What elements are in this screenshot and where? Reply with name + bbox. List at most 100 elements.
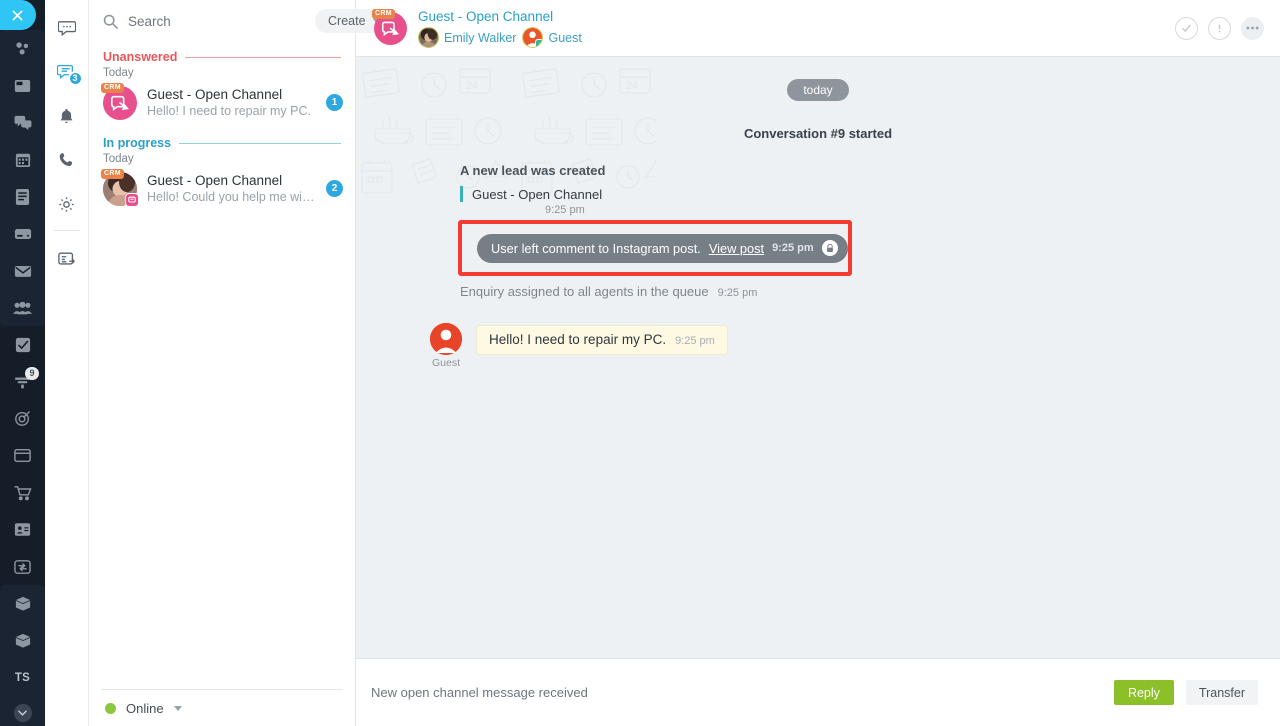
sidebar-item-mail[interactable] — [0, 252, 45, 289]
iconcol-item-settings[interactable] — [45, 182, 89, 226]
sidebar-item-warehouse[interactable] — [0, 622, 45, 659]
avatar — [430, 323, 462, 355]
message-bubble: Hello! I need to repair my PC. 9:25 pm — [476, 325, 728, 355]
rail-more[interactable] — [0, 704, 45, 722]
iconcol-divider — [53, 230, 80, 231]
sidebar-item-label: TS — [14, 671, 31, 684]
more-button[interactable] — [1241, 16, 1264, 40]
iconcol-item-open-lines[interactable] — [45, 6, 89, 50]
conversation-header: CRM Guest - Open Channel Emily Walker Gu… — [356, 0, 1280, 57]
bell-icon — [60, 108, 73, 123]
ellipsis-icon — [1246, 26, 1259, 30]
contact-card-icon — [14, 523, 31, 536]
openchannel-icon — [381, 21, 399, 36]
conversation-started-prefix: Conversation # — [743, 126, 838, 141]
message-time: 9:25 pm — [675, 335, 715, 347]
messenger-icon-column: 3 — [45, 0, 89, 726]
sidebar-item-sites[interactable] — [0, 437, 45, 474]
iconcol-item-conversations[interactable]: 3 — [45, 50, 89, 94]
left-app-rail: 9 TS — [0, 0, 45, 726]
create-button-label: Create — [328, 14, 366, 28]
conversation-started-notice: Conversation #9 started — [378, 126, 1258, 141]
system-message-text: User left comment to Instagram post. — [491, 240, 701, 256]
sidebar-item-groups[interactable] — [0, 289, 45, 326]
sidebar-item-tasks[interactable] — [0, 326, 45, 363]
gear-icon — [59, 196, 74, 212]
drive-icon — [14, 228, 31, 239]
status-dot — [105, 702, 116, 714]
sidebar-item-drive[interactable] — [0, 215, 45, 252]
box-icon — [15, 596, 30, 611]
participant-guest[interactable]: Guest — [522, 27, 582, 48]
list-item-preview: Hello! I need to repair my PC. — [147, 104, 311, 118]
participant-emily-walker[interactable]: Emily Walker — [418, 27, 516, 48]
sidebar-item-goals[interactable] — [0, 400, 45, 437]
list-item[interactable]: CRM Guest - Open Channel Hello! Could yo… — [89, 167, 355, 214]
news-icon — [14, 79, 31, 92]
conversation-header-info: Guest - Open Channel Emily Walker Guest — [418, 8, 1164, 48]
conversations-badge: 3 — [67, 71, 83, 86]
chevron-down-icon — [173, 705, 182, 711]
phone-icon — [59, 153, 72, 167]
main-panel: CRM Guest - Open Channel Emily Walker Gu… — [356, 0, 1280, 726]
sidebar-item-ts-app[interactable]: TS — [0, 659, 45, 696]
message-row: Guest Hello! I need to repair my PC. 9:2… — [378, 323, 1258, 369]
iconcol-item-notifications[interactable] — [45, 94, 89, 138]
unread-badge: 1 — [326, 94, 343, 111]
list-item-preview: Hello! Could you help me with my... — [147, 190, 316, 204]
conversation-list-pane: Create Unanswered Today CRM Guest - Op — [89, 0, 392, 726]
chat-thread: 24 — [356, 57, 1280, 659]
list-item[interactable]: CRM Guest - Open Channel Hello! I need t… — [89, 81, 355, 128]
iconcol-item-transfer-queue[interactable] — [45, 237, 89, 281]
sidebar-item-collaboration[interactable] — [0, 30, 45, 67]
sync-arrows-icon — [14, 559, 31, 574]
shopping-cart-icon — [13, 485, 32, 500]
view-post-link[interactable]: View post — [709, 241, 764, 256]
reply-button[interactable]: Reply — [1113, 680, 1174, 705]
list-arrow-icon — [57, 252, 75, 265]
system-message-bubble: User left comment to Instagram post. Vie… — [477, 233, 848, 263]
iconcol-item-calls[interactable] — [45, 138, 89, 182]
lead-created-block: A new lead was created Guest - Open Chan… — [378, 163, 1258, 216]
openchannel-icon — [111, 95, 129, 111]
conversation-number: 9 — [837, 126, 846, 141]
sidebar-item-funnel[interactable]: 9 — [0, 363, 45, 400]
conversation-started-suffix: started — [845, 126, 893, 141]
sidebar-item-inventory[interactable] — [0, 585, 45, 622]
sidebar-item-chat[interactable] — [0, 104, 45, 141]
queue-message-text: Enquiry assigned to all agents in the qu… — [460, 284, 709, 299]
crm-tag: CRM — [101, 169, 124, 179]
section-day-unanswered: Today — [103, 67, 134, 79]
participant-name: Guest — [548, 30, 582, 45]
browser-window-icon — [14, 448, 31, 463]
sidebar-item-shop[interactable] — [0, 474, 45, 511]
participant-name: Emily Walker — [444, 30, 517, 45]
avatar — [522, 27, 544, 48]
message-avatar-wrap: Guest — [428, 323, 464, 369]
chevron-down-icon[interactable] — [13, 704, 32, 722]
highlight-wrapper: User left comment to Instagram post. Vie… — [378, 220, 1258, 276]
message-author: Guest — [431, 357, 460, 369]
sidebar-item-automation[interactable] — [0, 548, 45, 585]
sidebar-item-documents[interactable] — [0, 178, 45, 215]
rail-header — [0, 0, 45, 30]
search-input[interactable] — [128, 13, 305, 29]
search-bar: Create — [89, 0, 392, 42]
lead-name[interactable]: Guest - Open Channel — [472, 187, 602, 202]
transfer-button[interactable]: Transfer — [1185, 680, 1258, 705]
sidebar-item-calendar[interactable] — [0, 141, 45, 178]
app-root: 9 TS 3 Search Create Unanswered Today CR… — [0, 0, 1280, 726]
sidebar-item-news[interactable] — [0, 67, 45, 104]
status-selector[interactable]: Online — [101, 689, 343, 726]
close-panel-button[interactable] — [0, 0, 36, 30]
rail-group-primary — [0, 30, 45, 326]
calendar-icon — [15, 153, 30, 168]
info-button[interactable] — [1208, 16, 1231, 40]
mark-done-button[interactable] — [1175, 16, 1198, 40]
openchannel-badge-icon — [125, 193, 139, 207]
lead-title: A new lead was created — [460, 163, 606, 178]
page-title[interactable]: Guest - Open Channel — [418, 8, 1164, 25]
list-item-body: Guest - Open Channel Hello! I need to re… — [147, 86, 316, 120]
chat-messages: today Conversation #9 started A new lead… — [356, 57, 1280, 379]
sidebar-item-contacts[interactable] — [0, 511, 45, 548]
